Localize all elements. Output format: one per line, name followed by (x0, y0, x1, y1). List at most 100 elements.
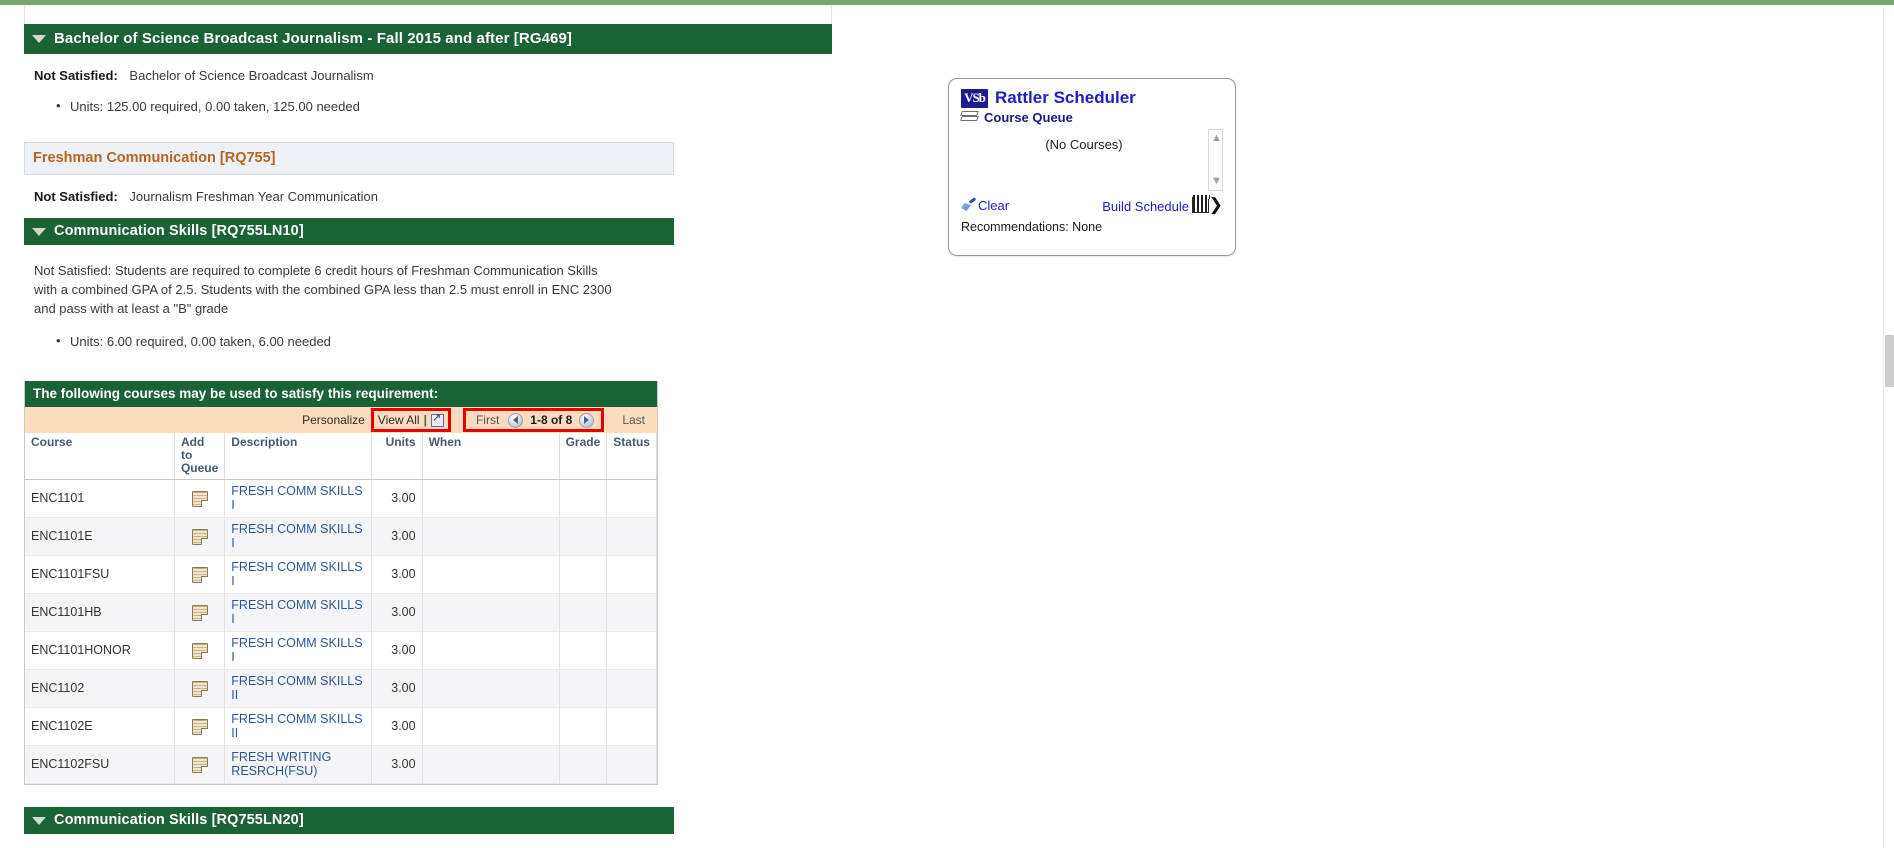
course-description-link[interactable]: FRESH COMM SKILLS I (231, 522, 362, 550)
cell-add-to-queue (174, 669, 226, 708)
cell-add-to-queue (174, 479, 226, 518)
degree-status-label: Not Satisfied: (34, 68, 118, 83)
line-20-title: Communication Skills [RQ755LN20] (54, 812, 304, 828)
cell-add-to-queue (174, 707, 226, 746)
column-header-status[interactable]: Status (606, 433, 657, 480)
collapse-triangle-icon[interactable] (32, 227, 46, 236)
column-header-grade[interactable]: Grade (559, 433, 608, 480)
cell-course: ENC1101E (25, 517, 175, 556)
cell-units: 3.00 (371, 631, 423, 670)
course-table-header-row: Course Add to Queue Description Units Wh… (25, 433, 657, 480)
column-header-units[interactable]: Units (371, 433, 423, 480)
course-queue-row[interactable]: Course Queue (949, 108, 1235, 125)
cell-units: 3.00 (371, 479, 423, 518)
clear-button[interactable]: Clear (961, 198, 1009, 213)
requirement-bar: Freshman Communication [RQ755] (24, 142, 674, 175)
add-to-queue-icon[interactable] (191, 604, 208, 621)
requirement-status-text: Journalism Freshman Year Communication (129, 189, 378, 204)
right-arrow-icon[interactable] (579, 412, 595, 428)
calendar-icon[interactable] (1192, 195, 1210, 213)
cell-when (422, 707, 560, 746)
requirement-title: Freshman Communication [RQ755] (33, 150, 276, 166)
cell-grade (559, 707, 608, 746)
add-to-queue-icon[interactable] (191, 566, 208, 583)
first-page-link[interactable]: First (476, 413, 499, 427)
line-10-header[interactable]: Communication Skills [RQ755LN10] (24, 218, 674, 245)
course-description-link[interactable]: FRESH COMM SKILLS I (231, 560, 362, 588)
course-description-link[interactable]: FRESH COMM SKILLS I (231, 484, 362, 512)
cell-description: FRESH COMM SKILLS II (224, 707, 373, 746)
course-queue-label: Course Queue (984, 110, 1073, 125)
collapse-triangle-icon[interactable] (32, 816, 46, 825)
line-20-header[interactable]: Communication Skills [RQ755LN20] (24, 807, 674, 834)
course-description-link[interactable]: FRESH COMM SKILLS II (231, 712, 362, 740)
chevron-down-icon[interactable]: ▼ (1211, 176, 1222, 187)
cell-grade (559, 631, 608, 670)
add-to-queue-icon[interactable] (191, 756, 208, 773)
cell-description: FRESH WRITING RESRCH(FSU) (224, 745, 373, 784)
table-row: ENC1101HONOR FRESH COMM SKILLS I 3.00 (25, 631, 657, 670)
cell-status (606, 707, 657, 746)
cell-status (606, 745, 657, 784)
view-all-link[interactable]: View All (378, 413, 420, 427)
cell-course: ENC1101HB (25, 593, 175, 632)
course-description-link[interactable]: FRESH WRITING RESRCH(FSU) (231, 750, 331, 778)
recommendations-label: Recommendations: None (961, 220, 1103, 234)
add-to-queue-icon[interactable] (191, 642, 208, 659)
cell-description: FRESH COMM SKILLS II (224, 669, 373, 708)
scheduler-actions: Clear Build Schedule ❯ (959, 195, 1225, 219)
scheduler-title: Rattler Scheduler (995, 88, 1136, 107)
column-header-course[interactable]: Course (25, 433, 175, 480)
add-to-queue-icon[interactable] (191, 680, 208, 697)
table-row: ENC1102E FRESH COMM SKILLS II 3.00 (25, 707, 657, 746)
cell-description: FRESH COMM SKILLS I (224, 631, 373, 670)
last-page-link[interactable]: Last (622, 413, 645, 427)
column-header-when[interactable]: When (422, 433, 560, 480)
course-table: Course Add to Queue Description Units Wh… (25, 433, 657, 784)
column-header-description[interactable]: Description (224, 433, 373, 480)
degree-group-header[interactable]: Bachelor of Science Broadcast Journalism… (24, 24, 832, 54)
degree-status-text: Bachelor of Science Broadcast Journalism (129, 68, 374, 83)
cell-status (606, 631, 657, 670)
requirements-content: Bachelor of Science Broadcast Journalism… (24, 24, 832, 834)
cell-description: FRESH COMM SKILLS I (224, 479, 373, 518)
scheduler-title-row: VSb Rattler Scheduler (949, 79, 1235, 108)
left-arrow-icon[interactable] (508, 412, 524, 428)
page-range-label: 1-8 of 8 (530, 413, 573, 427)
cell-when (422, 631, 560, 670)
cell-course: ENC1101 (25, 479, 175, 518)
cell-units: 3.00 (371, 593, 423, 632)
cell-course: ENC1102E (25, 707, 175, 746)
cell-status (606, 669, 657, 708)
cell-grade (559, 745, 608, 784)
nav-separator: | (423, 413, 427, 427)
cell-status (606, 479, 657, 518)
course-description-link[interactable]: FRESH COMM SKILLS II (231, 674, 362, 702)
view-all-highlight: View All | (370, 408, 451, 432)
cell-grade (559, 517, 608, 556)
add-to-queue-icon[interactable] (191, 490, 208, 507)
cell-units: 3.00 (371, 745, 423, 784)
degree-units-line: Units: 125.00 required, 0.00 taken, 125.… (24, 83, 832, 114)
popout-icon[interactable] (430, 412, 444, 427)
cell-description: FRESH COMM SKILLS I (224, 593, 373, 632)
cell-status (606, 593, 657, 632)
chevron-up-icon[interactable]: ▲ (1211, 133, 1222, 144)
build-schedule-button[interactable]: Build Schedule (1102, 199, 1189, 214)
course-description-link[interactable]: FRESH COMM SKILLS I (231, 598, 362, 626)
cell-when (422, 479, 560, 518)
course-description-link[interactable]: FRESH COMM SKILLS I (231, 636, 362, 664)
queue-scrollbar[interactable]: ▲ ▼ (1208, 129, 1223, 191)
add-to-queue-icon[interactable] (191, 528, 208, 545)
vsb-logo-icon: VSb (961, 88, 988, 108)
cell-grade (559, 479, 608, 518)
cell-course: ENC1101FSU (25, 555, 175, 594)
line-10-status-label: Not Satisfied: (34, 263, 112, 278)
page-scrollbar-thumb[interactable] (1885, 335, 1894, 387)
broom-icon (961, 199, 976, 212)
personalize-link[interactable]: Personalize (302, 413, 365, 427)
chevron-right-icon[interactable]: ❯ (1209, 196, 1223, 213)
collapse-triangle-icon[interactable] (32, 35, 46, 43)
add-to-queue-icon[interactable] (191, 718, 208, 735)
page-scrollbar[interactable] (1883, 5, 1894, 848)
